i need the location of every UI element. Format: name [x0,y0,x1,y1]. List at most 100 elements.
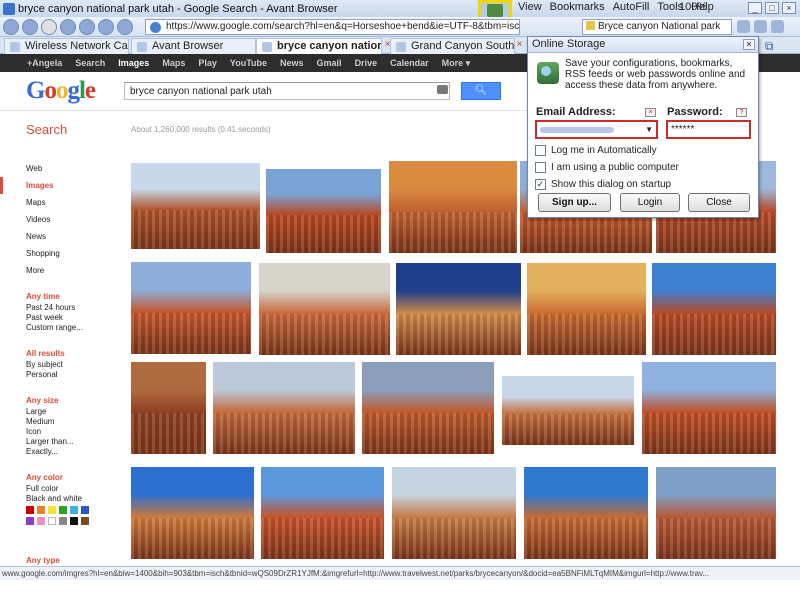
filter-item[interactable]: By subject [26,360,65,370]
filter-item[interactable]: Custom range... [26,323,83,333]
favorites-icon[interactable] [98,18,114,35]
color-swatch[interactable] [48,517,56,525]
filter-item[interactable]: Black and white [26,494,82,504]
maximize-button[interactable]: □ [765,2,779,14]
filter-heading[interactable]: All results [26,349,65,358]
tab-bryce-canyon-search[interactable]: bryce canyon national pa... [256,38,382,54]
filter-heading[interactable]: Any color [26,473,82,482]
tab-wireless-network-camera[interactable]: Wireless Network Camera [4,38,129,54]
gbar-news-link[interactable]: News [280,58,304,68]
image-result-thumbnail[interactable] [502,376,634,445]
signup-button[interactable]: Sign up... [538,193,611,212]
filter-item[interactable]: Past 24 hours [26,303,83,313]
option-show-on-startup[interactable]: ✓ Show this dialog on startup [535,177,755,191]
color-swatch[interactable] [48,506,56,514]
gbar-more-link[interactable]: More ▾ [442,58,471,69]
checkbox-checked[interactable]: ✓ [535,178,546,190]
filter-heading[interactable]: Any type [26,556,60,565]
email-field[interactable]: ▼ [535,120,658,139]
camera-icon[interactable] [437,85,448,94]
login-button[interactable]: Login [620,193,680,212]
close-button[interactable]: Close [688,193,750,212]
image-result-thumbnail[interactable] [261,467,384,559]
color-swatch[interactable] [81,517,89,525]
address-bar[interactable]: https://www.google.com/search?hl=en&q=Ho… [145,19,520,35]
stop-icon[interactable] [41,18,57,35]
image-result-thumbnail[interactable] [524,467,648,559]
left-nav-shopping[interactable]: Shopping [26,245,121,262]
password-field[interactable]: ****** [666,120,751,139]
image-result-thumbnail[interactable] [259,263,390,355]
options-icon[interactable] [771,20,784,33]
menu-bookmarks[interactable]: Bookmarks [550,1,605,13]
minimize-button[interactable]: _ [748,2,762,14]
gbar-youtube-link[interactable]: YouTube [230,58,267,68]
image-result-thumbnail[interactable] [527,263,646,355]
color-swatch[interactable] [26,506,34,514]
new-tab-icon[interactable]: ⧉ [765,39,774,54]
option-public-computer[interactable]: I am using a public computer [535,160,755,174]
image-result-thumbnail[interactable] [362,362,494,454]
image-result-thumbnail[interactable] [266,169,381,253]
color-swatch[interactable] [81,506,89,514]
gbar-images-link[interactable]: Images [118,58,149,68]
go-search-icon[interactable] [737,20,750,33]
history-icon[interactable] [117,18,133,35]
checkbox[interactable] [535,144,546,156]
filter-item[interactable]: Full color [26,484,82,494]
filter-item[interactable]: Medium [26,417,74,427]
filter-item[interactable]: Past week [26,313,83,323]
left-nav-maps[interactable]: Maps [26,194,121,211]
color-swatch[interactable] [59,506,67,514]
left-nav-videos[interactable]: Videos [26,211,121,228]
filter-heading[interactable]: Any size [26,396,74,405]
filter-item[interactable]: Exactly... [26,447,74,457]
gbar-calendar-link[interactable]: Calendar [390,58,429,68]
checkbox[interactable] [535,161,546,173]
color-swatch[interactable] [70,517,78,525]
back-icon[interactable] [3,18,19,35]
filter-item[interactable]: Icon [26,427,74,437]
google-logo[interactable]: Google [26,77,96,105]
refresh-icon[interactable] [60,18,76,35]
filter-item[interactable]: Personal [26,370,65,380]
image-result-thumbnail[interactable] [396,263,521,355]
forward-icon[interactable] [22,18,38,35]
image-result-thumbnail[interactable] [131,362,206,454]
browser-search-box[interactable]: Bryce canyon National park [582,19,732,35]
image-result-thumbnail[interactable] [131,163,260,249]
image-result-thumbnail[interactable] [392,467,516,559]
color-swatch[interactable] [70,506,78,514]
option-auto-login[interactable]: Log me in Automatically [535,143,755,157]
filter-heading[interactable]: Any time [26,292,83,301]
image-result-thumbnail[interactable] [131,467,254,559]
google-search-button[interactable]: 🔍︎ [461,82,501,100]
google-search-input[interactable]: bryce canyon national park utah [124,82,450,100]
gbar-maps-link[interactable]: Maps [162,58,185,68]
tab-close-icon[interactable]: × [514,40,525,51]
image-result-thumbnail[interactable] [642,362,776,454]
email-clear-icon[interactable]: × [645,108,656,117]
filter-item[interactable]: Larger than... [26,437,74,447]
left-nav-news[interactable]: News [26,228,121,245]
image-result-thumbnail[interactable] [213,362,355,454]
left-nav-web[interactable]: Web [26,160,121,177]
chevron-down-icon[interactable]: ▼ [645,125,653,134]
tab-grand-canyon[interactable]: Grand Canyon South Rim :... [390,38,515,54]
close-window-button[interactable]: × [782,2,796,14]
image-result-thumbnail[interactable] [389,161,517,253]
filter-item[interactable]: Large [26,407,74,417]
password-help-icon[interactable]: ? [736,108,747,117]
color-swatch[interactable] [37,517,45,525]
image-result-thumbnail[interactable] [656,467,776,559]
zoom-level[interactable]: 100% [679,1,707,13]
left-nav-images[interactable]: Images [26,177,121,194]
menu-autofill[interactable]: AutoFill [613,1,650,13]
gbar-gmail-link[interactable]: Gmail [317,58,342,68]
highlight-icon[interactable] [754,20,767,33]
gbar-drive-link[interactable]: Drive [355,58,378,68]
menu-view[interactable]: View [518,1,542,13]
tab-avant-browser[interactable]: Avant Browser [131,38,256,54]
gbar-search-link[interactable]: Search [75,58,105,68]
color-swatch[interactable] [59,517,67,525]
